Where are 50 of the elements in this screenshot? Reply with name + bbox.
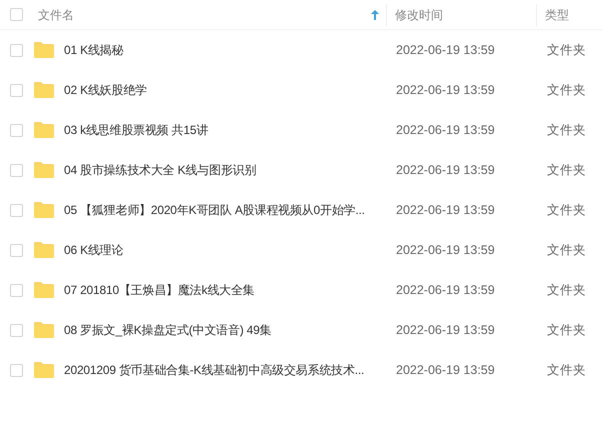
file-name[interactable]: 02 K线妖股绝学 (64, 81, 388, 99)
file-type: 文件夹 (546, 82, 586, 99)
file-type: 文件夹 (546, 202, 586, 219)
file-type: 文件夹 (546, 322, 586, 339)
checkbox[interactable] (10, 84, 23, 96)
folder-icon (33, 122, 54, 138)
file-type: 文件夹 (546, 282, 586, 299)
folder-icon (33, 242, 54, 258)
sort-up-icon[interactable] (370, 8, 380, 20)
file-type: 文件夹 (546, 242, 586, 259)
file-name[interactable]: 06 K线理论 (64, 241, 388, 259)
folder-icon (33, 82, 54, 98)
checkbox[interactable] (10, 324, 23, 336)
modified-time: 2022-06-19 13:59 (395, 322, 496, 339)
column-header[interactable]: 文件名 (38, 6, 74, 24)
checkbox[interactable] (10, 44, 23, 56)
checkbox[interactable] (10, 8, 23, 21)
file-name[interactable]: 04 股市操练技术大全 K线与图形识别 (64, 161, 388, 179)
file-type: 文件夹 (546, 122, 586, 139)
file-type: 文件夹 (546, 42, 586, 59)
checkbox[interactable] (10, 164, 23, 176)
checkbox[interactable] (10, 204, 23, 216)
modified-time: 2022-06-19 13:59 (395, 122, 496, 139)
column-header[interactable]: 修改时间 (395, 6, 443, 24)
file-name[interactable]: 20201209 货币基础合集-K线基础初中高级交易系统技术... (64, 361, 388, 379)
file-name[interactable]: 03 k线思维股票视频 共15讲 (64, 121, 388, 139)
folder-icon (33, 162, 54, 178)
file-type: 文件夹 (546, 362, 586, 379)
checkbox[interactable] (10, 364, 23, 376)
checkbox[interactable] (10, 124, 23, 136)
file-name[interactable]: 08 罗振文_裸K操盘定式(中文语音) 49集 (64, 321, 388, 339)
file-name[interactable]: 05 【狐狸老师】2020年K哥团队 A股课程视频从0开始学... (64, 201, 388, 219)
modified-time: 2022-06-19 13:59 (395, 202, 496, 219)
file-name[interactable]: 07 201810【王焕昌】魔法k线大全集 (64, 281, 388, 299)
folder-icon (33, 322, 54, 338)
modified-time: 2022-06-19 13:59 (395, 42, 496, 59)
modified-time: 2022-06-19 13:59 (395, 242, 496, 259)
folder-icon (33, 282, 54, 298)
checkbox[interactable] (10, 284, 23, 296)
folder-icon (33, 362, 54, 378)
file-type: 文件夹 (546, 162, 586, 179)
modified-time: 2022-06-19 13:59 (395, 282, 496, 299)
modified-time: 2022-06-19 13:59 (395, 362, 496, 379)
checkbox[interactable] (10, 244, 23, 256)
file-name[interactable]: 01 K线揭秘 (64, 41, 388, 59)
folder-icon (33, 202, 54, 218)
modified-time: 2022-06-19 13:59 (395, 82, 496, 99)
column-header[interactable]: 类型 (545, 6, 569, 24)
folder-icon (33, 42, 54, 58)
modified-time: 2022-06-19 13:59 (395, 162, 496, 179)
